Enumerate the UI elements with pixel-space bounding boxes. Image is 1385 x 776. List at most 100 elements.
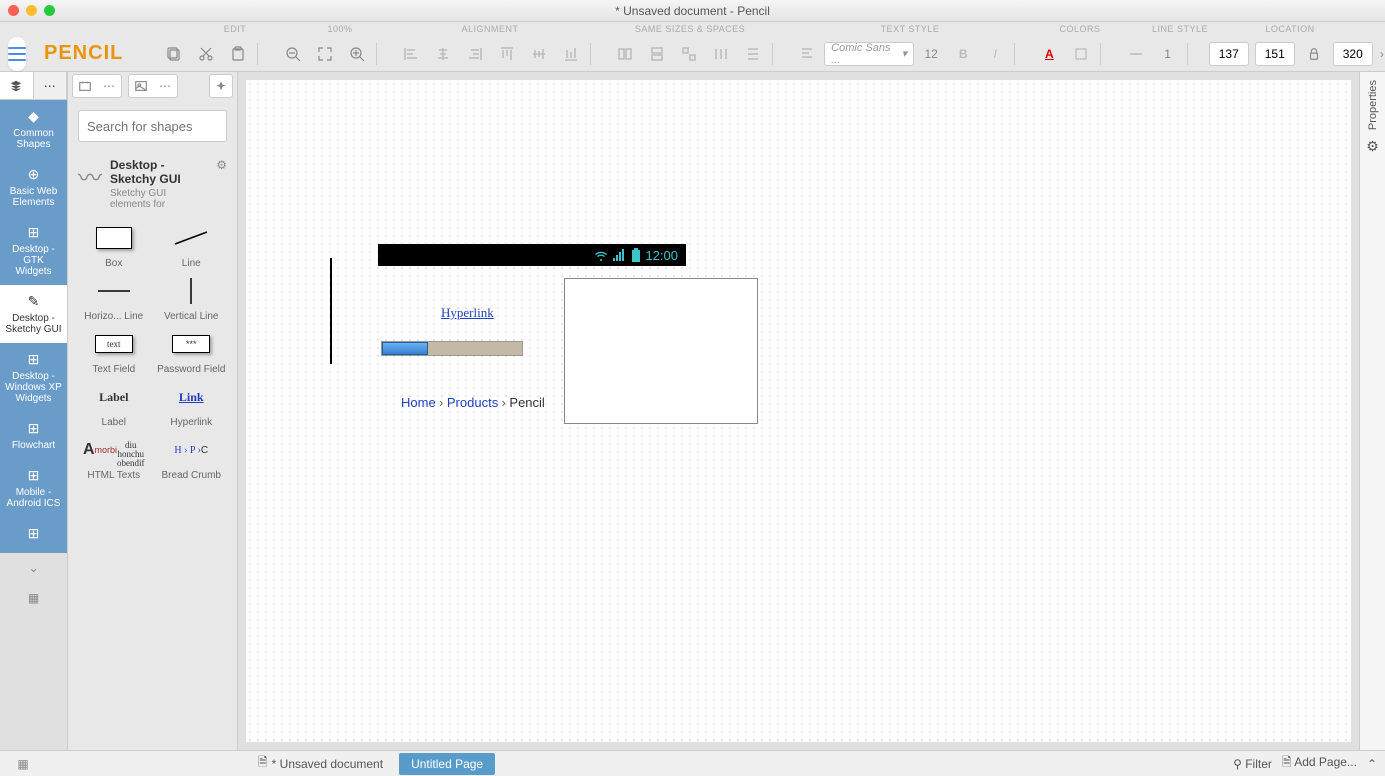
category-android[interactable]: ⊞Mobile - Android ICS	[0, 459, 67, 517]
clipart-more[interactable]: ⋯	[97, 75, 121, 97]
paste-button[interactable]	[223, 40, 253, 68]
category-gtk[interactable]: ⊞Desktop - GTK Widgets	[0, 216, 67, 285]
page-tab[interactable]: Untitled Page	[399, 753, 495, 775]
grid-icon: ⊞	[4, 351, 63, 368]
breadcrumb-products[interactable]: Products	[447, 395, 498, 410]
italic-button[interactable]: I	[980, 40, 1010, 68]
document-tab[interactable]: 🗎 * Unsaved document	[248, 753, 393, 774]
category-expand-button[interactable]: ⌄	[0, 553, 67, 583]
pin-button[interactable]	[209, 74, 233, 98]
distribute-h-button[interactable]	[706, 40, 736, 68]
text-color-button[interactable]: A	[1034, 40, 1064, 68]
line-style-button[interactable]	[1121, 40, 1151, 68]
image-tab[interactable]	[129, 75, 153, 97]
category-basic-web[interactable]: ⊕Basic Web Elements	[0, 158, 67, 216]
window-title: * Unsaved document - Pencil	[615, 4, 770, 18]
shape-box[interactable]: Box	[78, 222, 150, 269]
location-x-input[interactable]	[1209, 42, 1249, 66]
hamburger-icon	[8, 47, 26, 61]
location-w-input[interactable]	[1333, 42, 1373, 66]
canvas-vline-shape[interactable]	[330, 258, 332, 364]
main-area: ⋯ ◆Common Shapes ⊕Basic Web Elements ⊞De…	[0, 72, 1385, 750]
category-extra[interactable]: ⊞	[0, 517, 67, 553]
copy-button[interactable]	[159, 40, 189, 68]
shape-label[interactable]: LabelLabel	[78, 381, 150, 428]
sketch-icon: ✎	[4, 293, 63, 310]
align-bottom-button[interactable]	[556, 40, 586, 68]
same-width-button[interactable]	[610, 40, 640, 68]
shape-password[interactable]: ***Password Field	[156, 328, 228, 375]
category-sketchy[interactable]: ✎Desktop - Sketchy GUI	[0, 285, 67, 343]
category-winxp[interactable]: ⊞Desktop - Windows XP Widgets	[0, 343, 67, 412]
bold-button[interactable]: B	[948, 40, 978, 68]
rail-tab-layers[interactable]	[0, 72, 34, 99]
filter-button[interactable]: ⚲ Filter	[1233, 757, 1272, 771]
shape-search-input[interactable]	[78, 110, 227, 142]
shape-hline[interactable]: Horizo... Line	[78, 275, 150, 322]
rail-tabs: ⋯	[0, 72, 67, 100]
canvas-statusbar-shape[interactable]: 12:00	[378, 244, 686, 266]
distribute-v-button[interactable]	[738, 40, 768, 68]
same-height-button[interactable]	[642, 40, 672, 68]
zoom-fit-button[interactable]	[310, 40, 340, 68]
image-more[interactable]: ⋯	[153, 75, 177, 97]
document-icon: 🗎	[258, 753, 268, 774]
clipart-tab[interactable]	[73, 75, 97, 97]
zoom-in-button[interactable]	[342, 40, 372, 68]
grid-icon: ⊞	[4, 420, 63, 437]
font-size-input[interactable]: 12	[916, 47, 946, 61]
toolbar-more-button[interactable]: ›	[1379, 40, 1385, 68]
toolbar-labels: EDIT 100% ALIGNMENT SAME SIZES & SPACES …	[0, 22, 1385, 36]
shape-hyperlink[interactable]: LinkHyperlink	[156, 381, 228, 428]
rail-tab-more[interactable]: ⋯	[34, 72, 68, 99]
location-y-input[interactable]	[1255, 42, 1295, 66]
canvas[interactable]: 12:00 Hyperlink Home › Products › Pencil	[246, 80, 1351, 742]
label-edit: EDIT	[180, 24, 290, 34]
canvas-progress-shape[interactable]	[381, 341, 523, 356]
line-width-input[interactable]: 1	[1153, 47, 1183, 61]
fill-color-button[interactable]	[1066, 40, 1096, 68]
font-family-select[interactable]: Comic Sans ... ▾	[824, 42, 914, 66]
same-size-button[interactable]	[674, 40, 704, 68]
maximize-window-button[interactable]	[44, 5, 55, 16]
squiggle-icon: 〰	[78, 158, 102, 210]
minimize-window-button[interactable]	[26, 5, 37, 16]
bottom-bar: ▦ 🗎 * Unsaved document Untitled Page ⚲ F…	[0, 750, 1385, 776]
menu-button[interactable]	[8, 37, 26, 71]
canvas-viewport[interactable]: 12:00 Hyperlink Home › Products › Pencil	[238, 72, 1359, 750]
grid-view-icon[interactable]: ▦	[8, 757, 38, 771]
shape-htmltext[interactable]: A morbidiu honchuobendifHTML Texts	[78, 434, 150, 481]
label-colors: COLORS	[1030, 24, 1130, 34]
close-window-button[interactable]	[8, 5, 19, 16]
category-flowchart[interactable]: ⊞Flowchart	[0, 412, 67, 459]
properties-panel-tab[interactable]: Properties ⚙	[1359, 72, 1385, 750]
add-page-button[interactable]: 🗎 Add Page...	[1282, 753, 1357, 774]
text-align-button[interactable]	[792, 40, 822, 68]
shape-textfield[interactable]: textText Field	[78, 328, 150, 375]
shape-line[interactable]: Line	[156, 222, 228, 269]
canvas-breadcrumb-shape[interactable]: Home › Products › Pencil	[401, 395, 545, 411]
breadcrumb-home[interactable]: Home	[401, 395, 436, 410]
zoom-out-button[interactable]	[278, 40, 308, 68]
shape-vline[interactable]: Vertical Line	[156, 275, 228, 322]
grid-icon: ⊞	[4, 525, 63, 542]
title-bar: * Unsaved document - Pencil	[0, 0, 1385, 22]
wifi-icon	[593, 249, 609, 261]
align-right-button[interactable]	[460, 40, 490, 68]
lock-icon[interactable]	[1299, 40, 1329, 68]
shape-breadcrumb[interactable]: H › P › CBread Crumb	[156, 434, 228, 481]
collection-settings-button[interactable]: ⚙	[216, 158, 227, 210]
collection-desc: Sketchy GUI elements for	[110, 188, 208, 210]
align-center-button[interactable]	[428, 40, 458, 68]
canvas-panel-shape[interactable]	[564, 278, 758, 424]
cut-button[interactable]	[191, 40, 221, 68]
category-common-shapes[interactable]: ◆Common Shapes	[0, 100, 67, 158]
canvas-hyperlink-shape[interactable]: Hyperlink	[441, 305, 494, 321]
label-text-style: TEXT STYLE	[790, 24, 1030, 34]
align-left-button[interactable]	[396, 40, 426, 68]
align-top-button[interactable]	[492, 40, 522, 68]
expand-pages-button[interactable]: ⌃	[1367, 757, 1377, 771]
align-middle-button[interactable]	[524, 40, 554, 68]
properties-label: Properties	[1367, 80, 1379, 130]
collection-title: Desktop - Sketchy GUI	[110, 158, 208, 186]
